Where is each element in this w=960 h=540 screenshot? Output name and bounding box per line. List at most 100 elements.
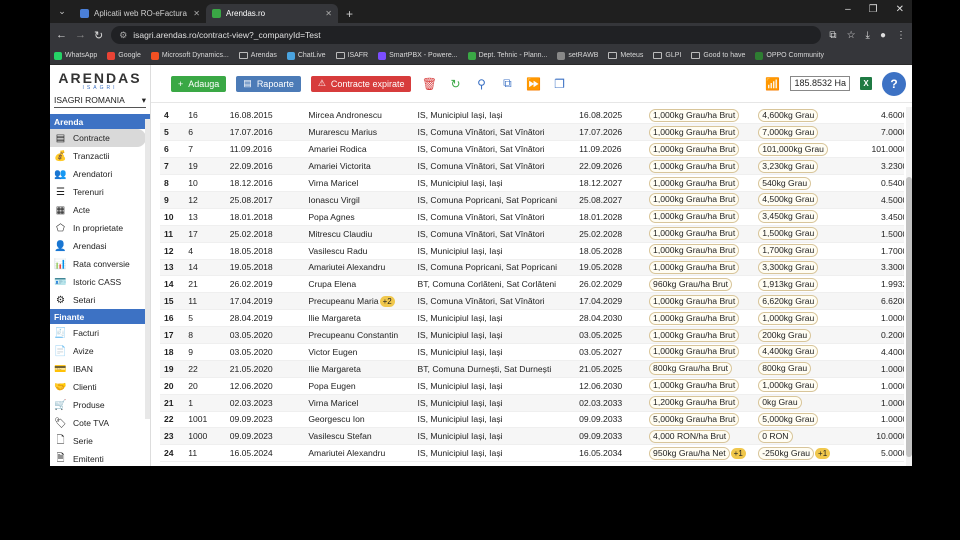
bookmark-item[interactable]: ISAFR [335, 52, 368, 59]
table-row[interactable]: 10 13 18.01.2018 Popa Agnes IS, Comuna Vînăt… [160, 208, 904, 226]
close-tab-icon[interactable]: ✕ [193, 9, 200, 18]
sidebar-item-setari[interactable]: ⚙ Setari [50, 291, 150, 309]
sidebar-item-acte[interactable]: ▦ Acte [50, 201, 150, 219]
table-row[interactable]: 24 11 16.05.2024 Amariutei Alexandru IS, Mun… [160, 444, 904, 463]
menu-dots-icon[interactable]: ⋮ [896, 30, 906, 41]
contract-date: 09.09.2023 [227, 411, 307, 429]
table-row[interactable]: 9 12 25.08.2017 Ionascu Virgil IS, Comuna Po… [160, 191, 904, 209]
sidebar-item-cote-tva[interactable]: 🏷 Cote TVA [50, 414, 150, 432]
table-row[interactable]: 7 19 22.09.2016 Amariei Victorita IS, Comuna… [160, 157, 904, 176]
table-row[interactable]: 21 1 02.03.2023 Virna Maricel IS, Municipiul… [160, 394, 904, 412]
bookmark-item[interactable]: Google [107, 51, 141, 60]
delete-icon[interactable]: 🗑 [421, 77, 437, 91]
sidebar-item-clienti[interactable]: 🤝 Clienti [50, 378, 150, 396]
sidebar-item-in-proprietate[interactable]: ⬠ In proprietate [50, 219, 150, 237]
minimize-icon[interactable]: – [845, 4, 851, 15]
sidebar-item-arendasi[interactable]: 👤 Arendasi [50, 237, 150, 255]
copy-icon[interactable]: ⧉ [499, 76, 515, 91]
sidebar-item-label: In proprietate [73, 223, 124, 233]
bookmark-item[interactable]: ChatLive [286, 51, 326, 60]
reload-icon[interactable]: ↻ [94, 29, 103, 42]
help-button[interactable]: ? [882, 71, 906, 96]
area-total: 185.8532 Ha [790, 76, 850, 91]
sidebar-item-tranzactii[interactable]: 💰 Tranzactii [50, 147, 150, 165]
bookmark-item[interactable]: Arendas [238, 52, 277, 59]
table-row[interactable]: 19 22 21.05.2020 Ilie Margareta BT, Comuna D… [160, 360, 904, 378]
table-row[interactable]: 12 4 18.05.2018 Vasilescu Radu IS, Municipiu… [160, 242, 904, 260]
location: IS, Municipiul Iași, Iași [415, 444, 578, 463]
rent-rate: 5,000kg Grau/ha Brut [647, 411, 757, 429]
refresh-icon[interactable]: ↻ [447, 77, 463, 91]
back-icon[interactable]: ← [56, 29, 67, 41]
sidebar-scrollbar[interactable] [145, 119, 150, 419]
extra-count-badge[interactable]: +2 [379, 295, 395, 307]
table-row[interactable]: 5 6 17.07.2016 Murarescu Marius IS, Comuna V… [160, 123, 904, 142]
table-row[interactable]: 4 16 16.08.2015 Mircea Andronescu IS, Munici… [160, 107, 904, 125]
sidebar-item-produse[interactable]: 🛒 Produse [50, 396, 150, 414]
sidebar-item-label: Acte [73, 205, 91, 215]
excel-export-icon[interactable]: X [860, 77, 872, 90]
new-tab-button[interactable]: + [338, 7, 361, 23]
bookmark-item[interactable]: Good to have [691, 52, 745, 59]
company-select[interactable]: ISAGRI ROMANIA ▾ [54, 95, 146, 108]
bookmark-item[interactable]: Microsoft Dynamics... [150, 51, 229, 60]
table-row[interactable]: 16 5 28.04.2019 Ilie Margareta IS, Municipiu… [160, 309, 904, 328]
table-row[interactable]: 14 21 26.02.2019 Crupa Elena BT, Comuna Corl… [160, 275, 904, 294]
bookmark-item[interactable]: setRAWB [557, 51, 598, 60]
table-row[interactable]: 11 17 25.02.2018 Mitrescu Claudiu IS, Comuna… [160, 225, 904, 243]
sidebar-item-contracte[interactable]: ▤ Contracte [50, 129, 146, 147]
sidebar-item-serie[interactable]: 🗋 Serie [50, 432, 150, 450]
sidebar-item-rata-conversie[interactable]: 📊 Rata conversie [50, 255, 150, 273]
profile-icon[interactable]: ● [880, 30, 886, 41]
table-row[interactable]: 20 20 12.06.2020 Popa Eugen IS, Municipiul I… [160, 377, 904, 395]
table-row[interactable]: 22 1001 09.09.2023 Georgescu Ion IS, Municip… [160, 411, 904, 429]
add-button[interactable]: + Adauga [171, 75, 227, 92]
table-row[interactable]: 15 11 17.04.2019 Precupeanu Maria +2 IS, Comu… [160, 292, 904, 311]
contract-date-text: 25.08.2017 [229, 194, 273, 205]
sidebar-item-facturi[interactable]: 🧾 Facturi [50, 324, 150, 342]
open-in-app-icon[interactable]: ⧉ [829, 30, 836, 41]
bookmark-star-icon[interactable]: ☆ [847, 30, 856, 41]
table-row[interactable]: 8 10 18.12.2016 Virna Maricel IS, Municipiul… [160, 174, 904, 192]
rent-due: 4,500kg Grau [756, 191, 855, 209]
bookmark-item[interactable]: WhatsApp [54, 51, 97, 60]
table-row[interactable]: 13 14 19.05.2018 Amariutei Alexandru IS, Com… [160, 259, 904, 277]
table-scrollbar[interactable] [906, 107, 912, 466]
bookmark-item[interactable]: Dept. Tehnic - Plann... [467, 51, 547, 60]
sidebar-item-avize[interactable]: 📄 Avize [50, 342, 150, 360]
sidebar-item-iban[interactable]: 💳 IBAN [50, 360, 150, 378]
table-row[interactable]: 18 9 03.05.2020 Victor Eugen IS, Municipiul … [160, 343, 904, 361]
lessor-name-text: Victor Eugen [308, 346, 358, 357]
browser-tab[interactable]: Aplicatii web RO-eFactura - eFa ✕ [74, 4, 206, 23]
tab-search-icon[interactable]: ⌄ [50, 0, 74, 23]
sidebar-item-emitenti[interactable]: 🗎 Emitenti [50, 450, 150, 466]
contract-number-text: 12 [188, 194, 198, 205]
bookmark-item[interactable]: OPPO Community [755, 51, 824, 60]
table-row[interactable]: 23 1000 09.09.2023 Vasilescu Stefan IS, Muni… [160, 427, 904, 446]
bookmark-item[interactable]: GLPI [653, 52, 681, 59]
browser-tab[interactable]: Arendas.ro ✕ [206, 4, 338, 23]
restore-icon[interactable]: ❐ [869, 4, 878, 15]
address-bar[interactable]: ⚙ isagri.arendas.ro/contract-view?_compa… [111, 26, 822, 44]
bookmark-item[interactable]: Meteus [608, 52, 643, 59]
table-row[interactable]: 17 8 03.05.2020 Precupeanu Constantin IS, Mu… [160, 326, 904, 344]
reports-button[interactable]: ▤ Rapoarte [236, 75, 301, 92]
forward-icon[interactable]: → [75, 29, 86, 41]
scrollbar-thumb[interactable] [906, 177, 912, 457]
extra-count-badge[interactable]: +1 [730, 447, 746, 459]
expired-contracts-button[interactable]: ⚠ Contracte expirate [310, 75, 412, 92]
table-row[interactable]: 6 7 11.09.2016 Amariei Rodica IS, Comuna Vîn… [160, 140, 904, 159]
duplicate-icon[interactable]: ❐ [551, 77, 567, 91]
sidebar-item-terenuri[interactable]: ☰ Terenuri [50, 183, 150, 201]
search-icon[interactable]: ⚲ [473, 77, 489, 91]
extra-count-badge[interactable]: +1 [815, 447, 831, 459]
bar-chart-icon[interactable]: 📶 [764, 77, 780, 91]
sidebar-item-istoric-cass[interactable]: 🪪 Istoric CASS [50, 273, 150, 291]
site-info-icon[interactable]: ⚙ [119, 30, 127, 41]
fast-forward-icon[interactable]: ⏩ [525, 77, 541, 91]
close-window-icon[interactable]: ✕ [896, 4, 904, 15]
sidebar-item-arendatori[interactable]: 👥 Arendatori [50, 165, 150, 183]
bookmark-item[interactable]: SmartPBX - Powere... [378, 51, 458, 60]
close-tab-icon[interactable]: ✕ [325, 9, 332, 18]
download-icon[interactable]: ⤓ [866, 30, 870, 41]
